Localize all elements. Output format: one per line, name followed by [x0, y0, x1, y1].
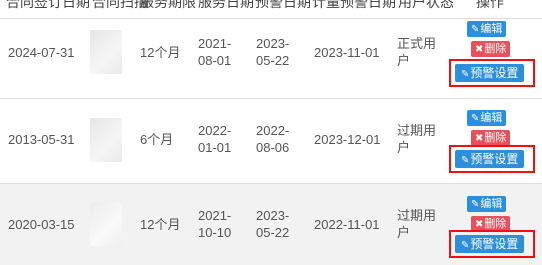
sign-date: 2013-05-31	[8, 132, 75, 147]
warn-settings-label: 预警设置	[470, 66, 519, 80]
warn-settings-button[interactable]: ✎预警设置	[455, 150, 525, 168]
table-header: 合同签订日期 合同扫描 服务期限 服务日期 预警日期 计量预警日期 用户状态 操…	[0, 0, 542, 19]
delete-label: 删除	[484, 132, 507, 144]
table-row: 2020-03-15 12个月 2021- 10-10 2023- 05-22 …	[0, 184, 542, 265]
header-meter-warn-date: 计量预警日期	[312, 0, 396, 10]
header-service-date: 服务日期	[198, 0, 254, 10]
delete-label: 删除	[484, 43, 507, 55]
contract-scan-thumbnail[interactable]	[90, 118, 122, 162]
service-date-day: 08-01	[198, 53, 232, 68]
meter-warn-date: 2023-11-01	[314, 45, 380, 60]
warn-settings-label: 预警设置	[470, 237, 519, 251]
service-date-day: 10-10	[198, 225, 232, 240]
edit-icon: ✎	[461, 155, 470, 166]
header-user-status: 用户状态	[398, 0, 454, 10]
service-period: 12个月	[140, 45, 181, 60]
service-date-year: 2021-	[198, 208, 232, 223]
user-status-line2: 户	[397, 53, 411, 68]
warn-date-day: 05-22	[256, 225, 290, 240]
delete-button[interactable]: ✖删除	[471, 41, 511, 57]
warn-date-year: 2023-	[256, 208, 290, 223]
warn-date-year: 2022-	[256, 123, 290, 138]
service-date-day: 01-01	[198, 140, 232, 155]
warn-date-year: 2023-	[256, 36, 290, 51]
header-warn-date: 预警日期	[255, 0, 311, 10]
edit-label: 编辑	[480, 23, 503, 35]
user-status-line1: 过期用	[397, 208, 437, 223]
close-icon: ✖	[475, 44, 484, 55]
contract-scan-thumbnail[interactable]	[90, 30, 122, 74]
table-row: 2013-05-31 6个月 2022- 01-01 2022- 08-06 2…	[0, 98, 542, 184]
edit-icon: ✎	[461, 69, 470, 80]
warn-settings-label: 预警设置	[470, 152, 519, 166]
user-status-line2: 户	[397, 225, 411, 240]
header-period: 服务期限	[140, 0, 196, 10]
close-icon: ✖	[475, 133, 484, 144]
delete-button[interactable]: ✖删除	[471, 130, 511, 146]
warn-date-day: 08-06	[256, 140, 290, 155]
meter-warn-date: 2022-11-01	[314, 217, 380, 232]
service-period: 6个月	[140, 132, 174, 147]
user-status-line2: 户	[397, 140, 411, 155]
edit-button[interactable]: ✎编辑	[467, 21, 507, 37]
edit-button[interactable]: ✎编辑	[467, 110, 507, 126]
service-date-year: 2022-	[198, 123, 232, 138]
service-date-year: 2021-	[198, 36, 232, 51]
sign-date: 2024-07-31	[8, 45, 75, 60]
delete-label: 删除	[484, 218, 507, 230]
sign-date: 2020-03-15	[8, 217, 75, 232]
edit-icon: ✎	[461, 240, 470, 251]
header-sign-date: 合同签订日期	[6, 0, 90, 10]
contract-table: 合同签订日期 合同扫描 服务期限 服务日期 预警日期 计量预警日期 用户状态 操…	[0, 0, 542, 265]
edit-label: 编辑	[480, 198, 503, 210]
edit-icon: ✎	[471, 113, 480, 124]
warn-settings-button[interactable]: ✎预警设置	[455, 235, 525, 253]
service-period: 12个月	[140, 217, 181, 232]
warn-date-day: 05-22	[256, 53, 290, 68]
user-status-line1: 过期用	[397, 123, 437, 138]
edit-label: 编辑	[480, 112, 503, 124]
meter-warn-date: 2023-12-01	[314, 132, 381, 147]
user-status-line1: 正式用	[397, 36, 437, 51]
close-icon: ✖	[475, 219, 484, 230]
edit-icon: ✎	[471, 24, 480, 35]
contract-scan-thumbnail[interactable]	[90, 202, 122, 246]
header-actions: 操作	[476, 0, 504, 10]
edit-button[interactable]: ✎编辑	[467, 196, 507, 212]
edit-icon: ✎	[471, 199, 480, 210]
table-row: 2024-07-31 12个月 2021- 08-01 2023- 05-22 …	[0, 18, 542, 99]
warn-settings-button[interactable]: ✎预警设置	[455, 64, 525, 82]
